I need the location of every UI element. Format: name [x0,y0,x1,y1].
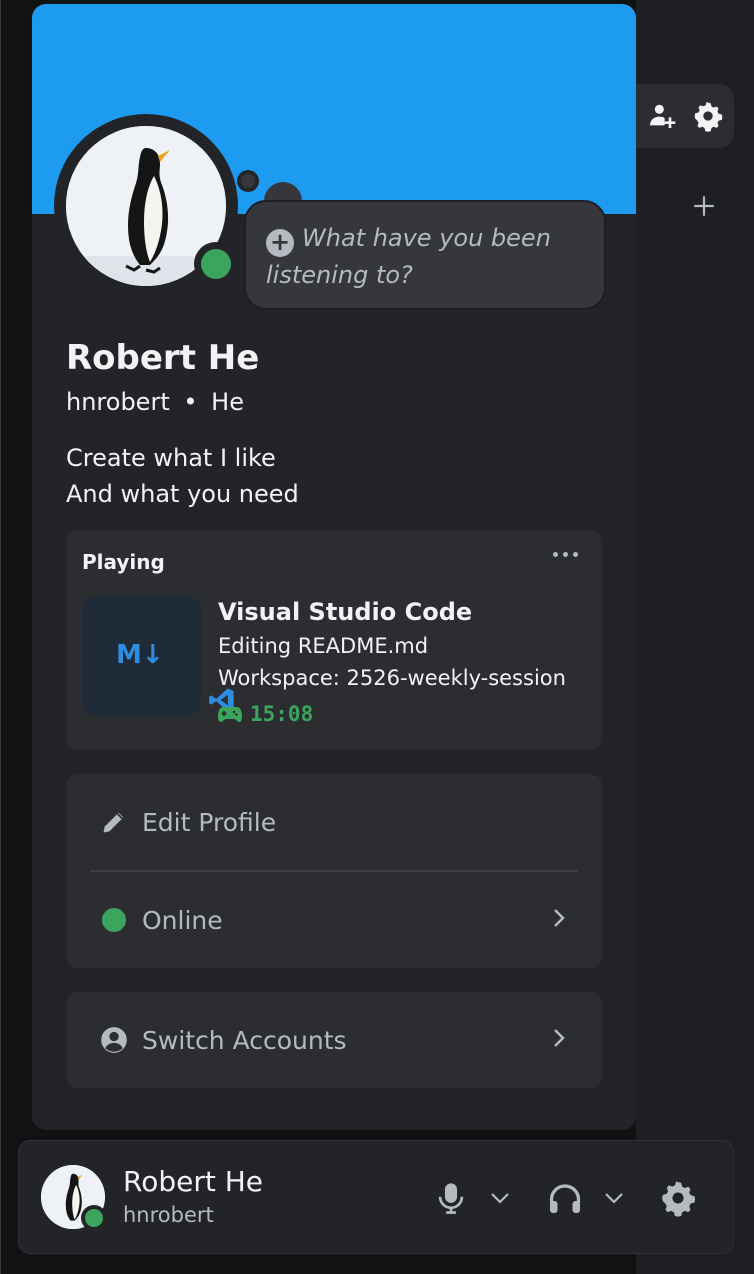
edit-profile-button[interactable]: Edit Profile [66,774,602,870]
user-panel-handle: hnrobert [123,1203,214,1227]
account-icon [100,1026,128,1054]
profile-username: hnrobert [66,388,170,416]
pencil-icon [100,808,128,836]
status-selector[interactable]: Online [66,872,602,968]
activity-state: Workspace: 2526-weekly-session [218,666,566,690]
microphone-button[interactable] [431,1171,471,1225]
chevron-down-icon [491,1193,509,1204]
profile-popout: + What have you been listening to? Robert… [32,4,636,1130]
activity-card: Playing M↓ Visual Studio Code Editing RE… [66,530,602,750]
activity-details: Editing README.md [218,634,429,658]
settings-gear-icon[interactable] [690,98,726,134]
markdown-icon: M↓ [116,640,164,670]
profile-menu: Edit Profile Online [66,774,602,968]
more-dots-icon[interactable] [553,552,578,557]
status-label: Online [142,905,223,935]
switch-accounts-button[interactable]: Switch Accounts [66,992,602,1088]
window-edge [0,0,1,1274]
user-panel: Robert He hnrobert [18,1140,734,1254]
chevron-right-icon [554,1029,565,1047]
bio-line: And what you need [66,480,299,508]
add-status-icon: + [266,228,294,257]
microphone-icon [438,1183,464,1214]
online-status-indicator [194,242,238,286]
profile-avatar-ring [54,114,238,298]
chevron-down-icon [605,1193,623,1204]
separator-dot: • [183,388,198,416]
headphones-icon [549,1184,581,1213]
switch-accounts-menu: Switch Accounts [66,992,602,1088]
activity-timer: 15:08 [218,702,313,726]
switch-accounts-label: Switch Accounts [142,1025,347,1055]
profile-pronouns: He [211,388,244,416]
profile-display-name: Robert He [66,338,260,378]
audio-options-button[interactable] [599,1171,629,1225]
profile-subline: hnrobert • He [66,388,244,416]
custom-status-bubble[interactable]: + What have you been listening to? [244,200,606,310]
custom-status-placeholder: What have you been listening to? [266,224,551,289]
plus-icon[interactable] [684,186,724,226]
user-panel-status-indicator [81,1205,107,1231]
user-settings-button[interactable] [655,1171,701,1225]
top-actions [636,84,734,148]
add-friend-icon[interactable] [644,98,680,134]
activity-app-name: Visual Studio Code [218,598,473,626]
online-dot-icon [100,906,128,934]
thought-bubble-dot [237,170,259,192]
activity-large-image: M↓ [82,596,202,716]
profile-bio: Create what I like And what you need [66,440,299,512]
mic-options-button[interactable] [485,1171,515,1225]
elapsed-time: 15:08 [250,702,314,726]
user-panel-name[interactable]: Robert He [123,1165,263,1198]
headphones-button[interactable] [543,1171,587,1225]
edit-profile-label: Edit Profile [142,807,277,837]
gear-icon [662,1181,696,1217]
bio-line: Create what I like [66,444,276,472]
chevron-right-icon [554,909,565,927]
gamepad-icon [218,707,242,722]
activity-header: Playing [82,550,165,574]
